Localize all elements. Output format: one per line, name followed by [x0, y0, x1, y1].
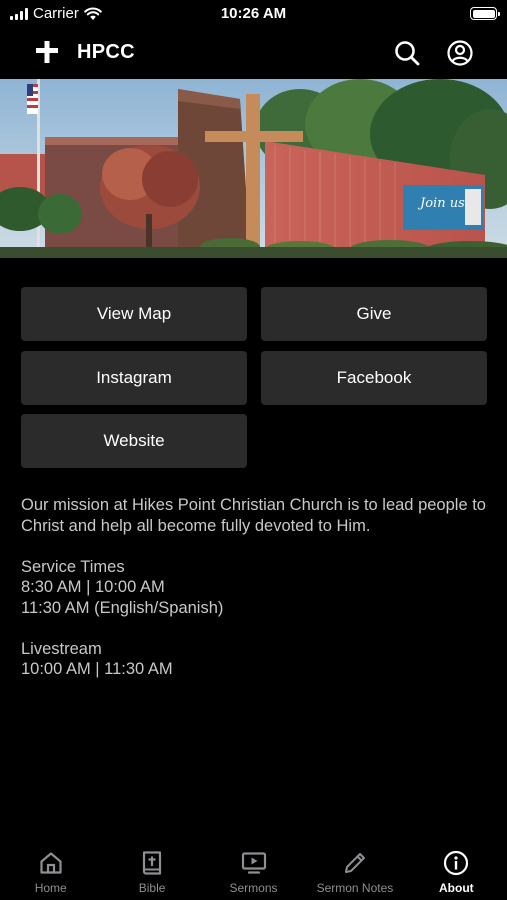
nav-bar: HPCC — [0, 28, 507, 78]
livestream-times: 10:00 AM | 11:30 AM — [21, 660, 173, 678]
view-map-button[interactable]: View Map — [21, 287, 247, 341]
tab-bar: Home Bible Sermons Sermon Notes About — [0, 840, 507, 900]
tab-label-bible: Bible — [138, 881, 166, 895]
give-button[interactable]: Give — [261, 287, 487, 341]
tab-sermons[interactable]: Sermons — [203, 840, 304, 900]
tab-about[interactable]: About — [406, 840, 507, 900]
cross-icon[interactable] — [35, 40, 59, 64]
battery-icon — [470, 7, 500, 20]
service-times-line1: 8:30 AM | 10:00 AM — [21, 578, 165, 596]
home-icon — [40, 852, 62, 874]
info-icon — [444, 850, 469, 876]
banner-text: Join us — [417, 196, 465, 211]
tab-sermon-notes[interactable]: Sermon Notes — [304, 840, 405, 900]
tab-label-about: About — [439, 881, 474, 895]
sermons-icon — [241, 852, 266, 874]
instagram-button[interactable]: Instagram — [21, 351, 247, 405]
tab-bible[interactable]: Bible — [101, 840, 202, 900]
tab-label-sermons: Sermons — [229, 881, 278, 895]
service-times-line2: 11:30 AM (English/Spanish) — [21, 598, 224, 617]
search-icon[interactable] — [393, 39, 421, 67]
tab-label-sermon-notes: Sermon Notes — [316, 881, 394, 895]
service-times-heading: Service Times — [21, 557, 125, 576]
app-title: HPCC — [77, 41, 135, 63]
church-hero-image: Join us — [0, 79, 507, 258]
livestream-heading: Livestream — [21, 639, 102, 658]
pencil-icon — [344, 853, 365, 873]
tab-label-home: Home — [34, 881, 67, 895]
bible-icon — [143, 851, 162, 875]
status-bar: Carrier 10:26 AM — [0, 0, 507, 28]
facebook-button[interactable]: Facebook — [261, 351, 487, 405]
about-text: Our mission at Hikes Point Christian Chu… — [21, 495, 491, 680]
tab-home[interactable]: Home — [0, 840, 101, 900]
website-button[interactable]: Website — [21, 414, 247, 468]
mission-statement: Our mission at Hikes Point Christian Chu… — [21, 496, 486, 535]
status-time: 10:26 AM — [220, 5, 287, 22]
profile-icon[interactable] — [446, 39, 474, 67]
